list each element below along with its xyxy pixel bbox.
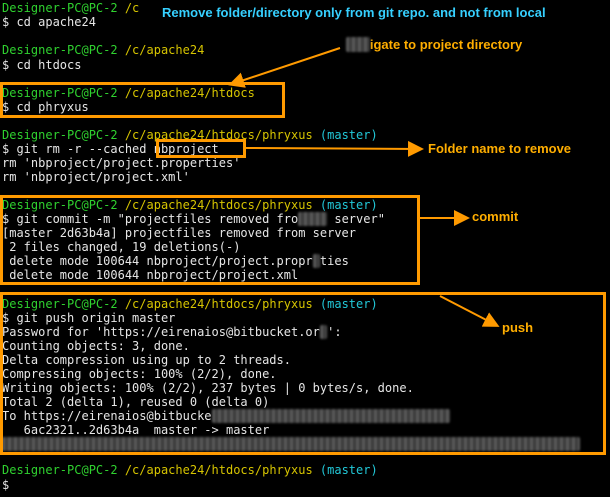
arrow-push xyxy=(439,295,500,327)
annotation-arrows xyxy=(228,47,500,327)
arrow-navigate xyxy=(228,47,341,88)
arrow-folder xyxy=(245,140,424,157)
